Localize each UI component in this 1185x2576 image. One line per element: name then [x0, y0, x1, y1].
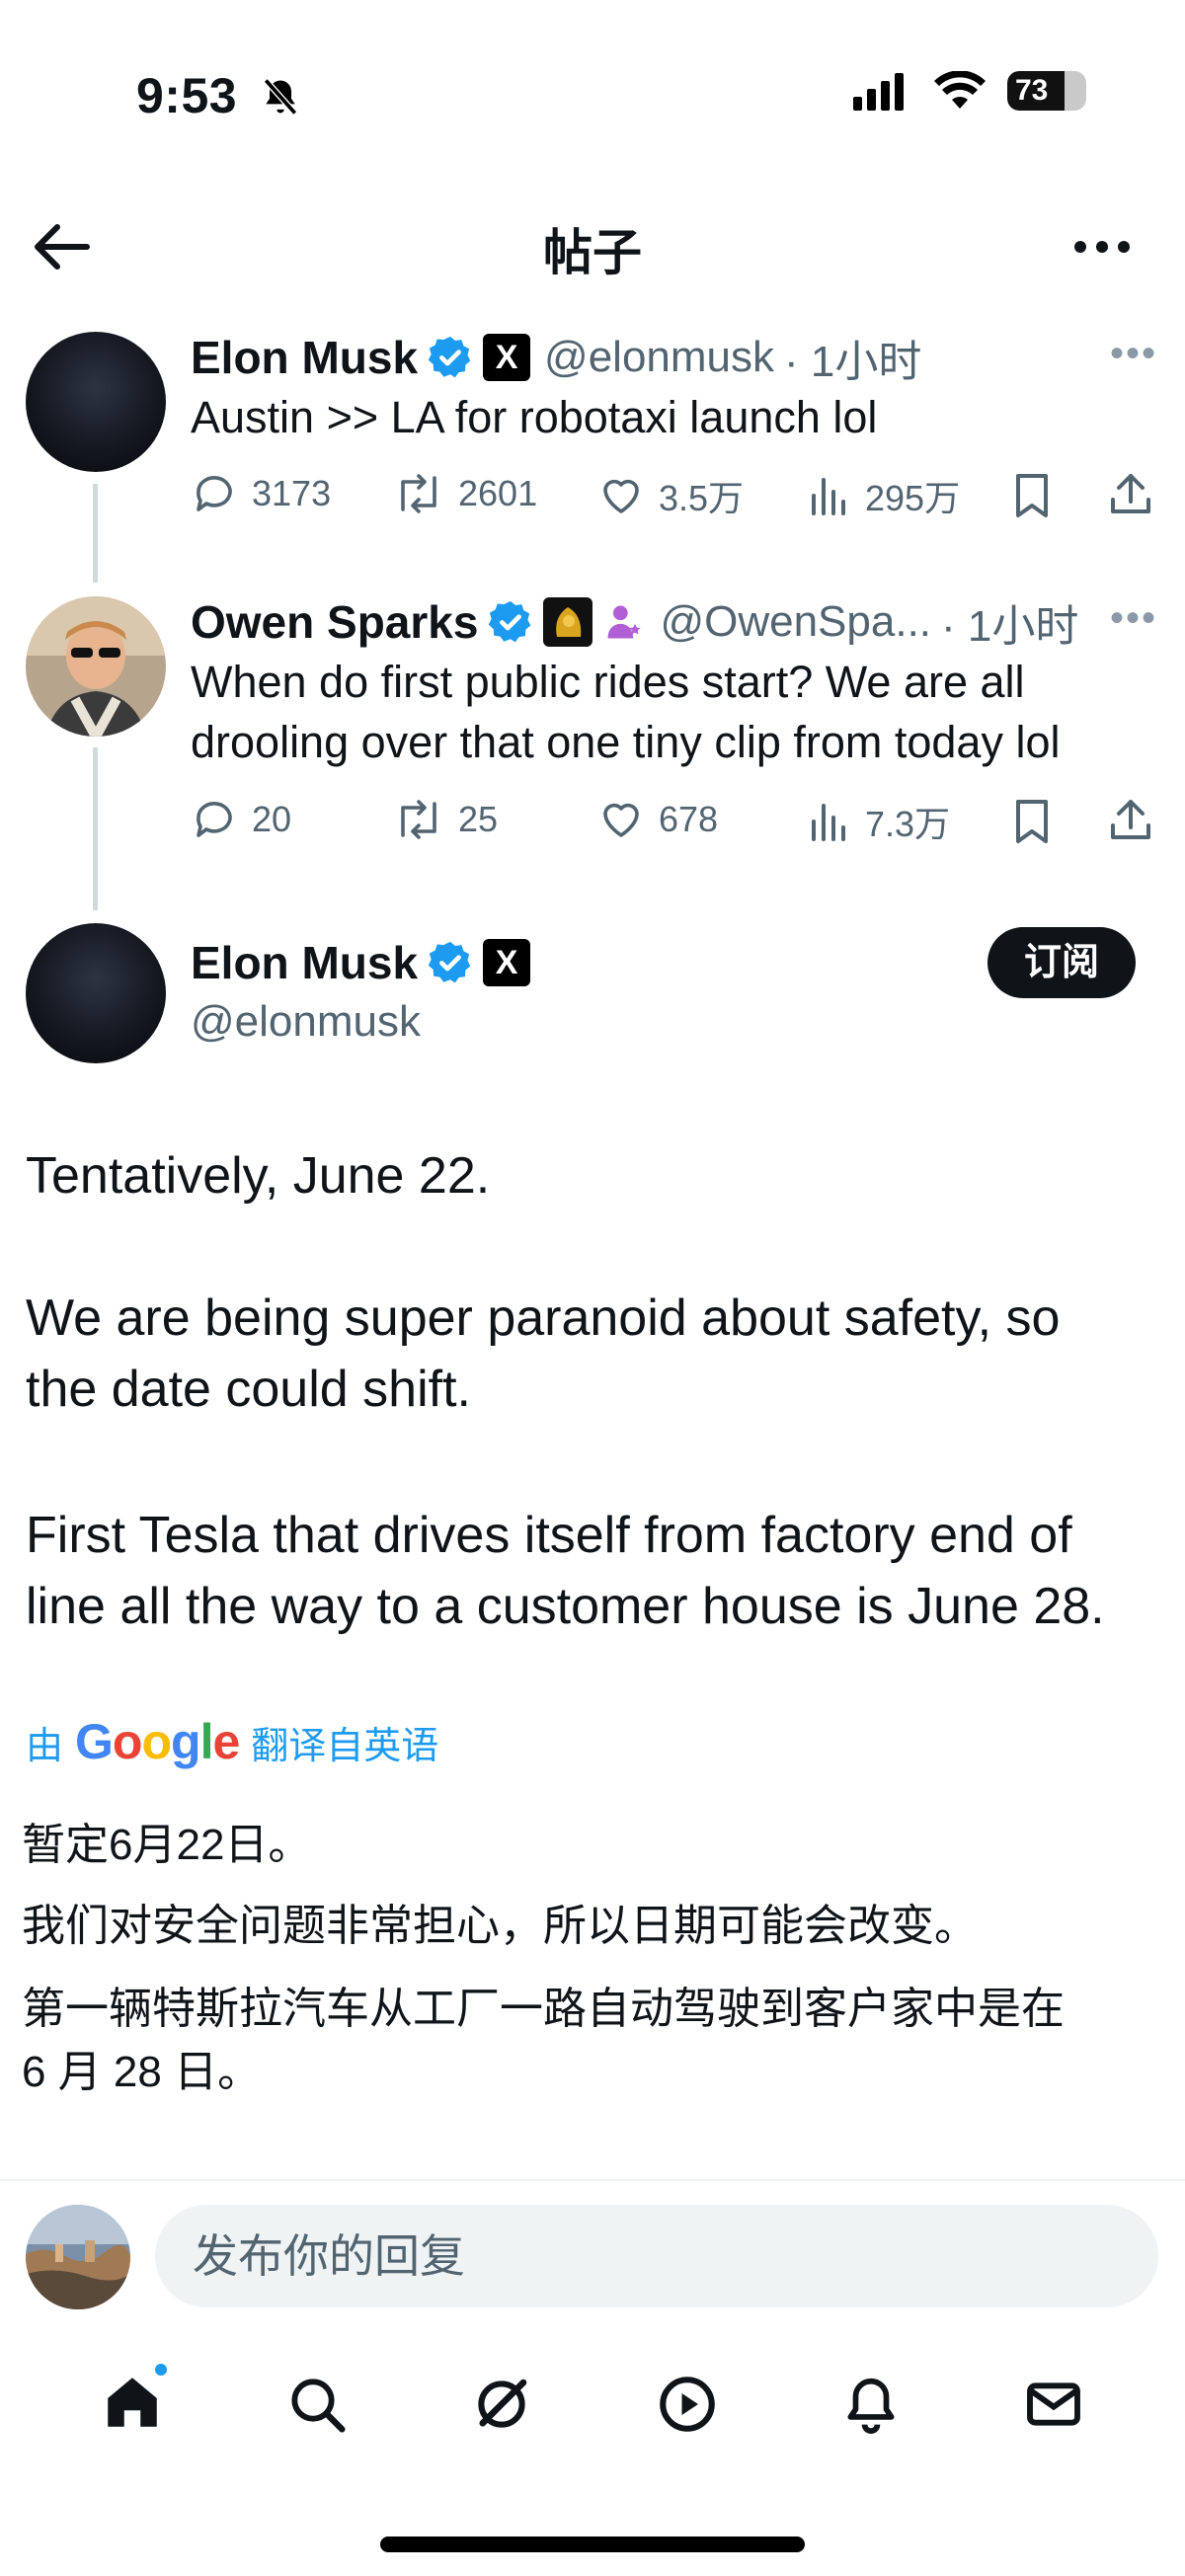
bookmark-icon[interactable]	[1010, 798, 1054, 845]
notification-dot	[153, 2361, 169, 2378]
reply-count: 20	[252, 799, 292, 839]
translation-attribution[interactable]: 由 Google 翻译自英语	[26, 1713, 438, 1770]
reply-button[interactable]: 3173	[191, 470, 331, 517]
like-count: 3.5万	[659, 478, 745, 518]
person-emoji-icon	[607, 605, 641, 639]
translate-suffix: 翻译自英语	[251, 1725, 439, 1767]
avatar[interactable]	[26, 923, 166, 1063]
author-handle: @elonmusk	[191, 997, 421, 1046]
avatar[interactable]	[26, 332, 166, 472]
views-button[interactable]: 7.3万	[808, 796, 950, 847]
verified-badge-icon	[428, 941, 471, 983]
views-icon	[812, 478, 845, 515]
tweet2-author: Owen Sparks @OwenSpa... · 1小时	[191, 590, 1078, 654]
retweet-count: 25	[458, 799, 499, 839]
search-icon[interactable]	[285, 2373, 349, 2436]
tweet-more-icon[interactable]: •••	[1110, 332, 1157, 376]
google-logo: Google	[75, 1714, 240, 1769]
translated-line-1: 暂定6月22日。	[22, 1821, 312, 1869]
retweet-icon	[401, 474, 436, 513]
home-icon	[108, 2377, 157, 2427]
author-name[interactable]: Owen Sparks	[191, 595, 478, 649]
battery-indicator: 73	[1007, 71, 1086, 111]
view-count: 295万	[865, 478, 961, 518]
reply-count: 3173	[252, 473, 332, 513]
tweet-paragraph-3-line1: First Tesla that drives itself from fact…	[26, 1507, 1072, 1564]
bookmark-icon[interactable]	[1010, 472, 1054, 519]
tweet-paragraph-1: Tentatively, June 22.	[26, 1147, 491, 1205]
tweet-text-line1: When do first public rides start? We are…	[191, 657, 1025, 707]
divider	[0, 2179, 1185, 2181]
tweet-text-line2: drooling over that one tiny clip from to…	[191, 717, 1061, 767]
x-affiliation-icon: X	[483, 939, 531, 986]
affiliate-lion-icon	[543, 597, 593, 647]
retweet-button[interactable]: 25	[393, 796, 498, 843]
reply-icon	[197, 802, 232, 837]
retweet-count: 2601	[458, 473, 538, 513]
grok-icon[interactable]	[469, 2372, 534, 2437]
home-indicator	[380, 2537, 805, 2552]
tweet1-actions: 3173 2601 3.5万 295万	[191, 466, 1158, 525]
main-author: Elon Musk X	[191, 936, 531, 989]
retweet-icon	[401, 800, 436, 839]
nav-home[interactable]	[100, 2361, 169, 2440]
translated-line-2: 我们对安全问题非常担心，所以日期可能会改变。	[22, 1902, 978, 1950]
tweet1-author: Elon Musk X @elonmusk · 1小时	[191, 326, 921, 389]
translated-line-3: 第一辆特斯拉汽车从工厂一路自动驾驶到客户家中是在	[22, 1985, 1065, 2033]
tweet-paragraph-2-line2: the date could shift.	[26, 1361, 471, 1418]
battery-level: 73	[1015, 74, 1049, 107]
messages-icon[interactable]	[1022, 2373, 1085, 2436]
author-name[interactable]: Elon Musk	[191, 331, 418, 384]
tweet-time: · 1小时	[784, 338, 922, 386]
verified-badge-icon	[428, 336, 471, 378]
thread-line	[93, 747, 98, 910]
silent-bell-icon	[263, 78, 298, 116]
notifications-icon[interactable]	[840, 2372, 902, 2437]
verified-badge-icon	[489, 600, 531, 643]
wifi-icon	[934, 71, 986, 109]
reply-icon	[197, 476, 232, 511]
tweet-more-icon[interactable]: •••	[1110, 596, 1157, 641]
views-button[interactable]: 295万	[808, 470, 960, 521]
author-handle: @elonmusk	[544, 333, 775, 381]
tweet-paragraph-2-line1: We are being super paranoid about safety…	[26, 1289, 1061, 1347]
thread-line	[93, 484, 98, 583]
retweet-button[interactable]: 2601	[393, 470, 537, 517]
status-time: 9:53	[136, 68, 238, 123]
subscribe-button[interactable]: 订阅	[988, 927, 1136, 998]
translated-line-4: 6 月 28 日。	[22, 2048, 262, 2096]
page-title: 帖子	[543, 225, 642, 280]
status-indicators: 73	[853, 71, 1086, 111]
heart-icon	[603, 803, 639, 837]
views-icon	[812, 804, 845, 841]
more-options-icon[interactable]	[1072, 235, 1132, 259]
avatar[interactable]	[26, 596, 166, 737]
video-icon[interactable]	[655, 2372, 720, 2437]
heart-icon	[603, 479, 639, 513]
share-icon[interactable]	[1107, 796, 1154, 843]
author-handle: @OwenSpa...	[660, 597, 932, 646]
translate-prefix: 由	[26, 1725, 64, 1767]
tweet-paragraph-3-line2: line all the way to a customer house is …	[26, 1578, 1105, 1635]
tweet-time: · 1小时	[941, 602, 1079, 651]
reply-input[interactable]: 发布你的回复	[155, 2205, 1158, 2307]
x-affiliation-icon: X	[483, 334, 531, 381]
reply-button[interactable]: 20	[191, 796, 291, 843]
like-button[interactable]: 678	[597, 796, 718, 843]
signal-icon	[853, 73, 904, 111]
author-name[interactable]: Elon Musk	[191, 936, 418, 989]
tweet-text: Austin >> LA for robotaxi launch lol	[191, 392, 878, 442]
tweet2-actions: 20 25 678 7.3万	[191, 792, 1158, 851]
like-count: 678	[659, 799, 719, 839]
share-icon[interactable]	[1107, 470, 1154, 517]
bottom-nav	[0, 2355, 1185, 2454]
my-avatar[interactable]	[26, 2205, 130, 2309]
view-count: 7.3万	[865, 804, 951, 844]
like-button[interactable]: 3.5万	[597, 470, 744, 521]
